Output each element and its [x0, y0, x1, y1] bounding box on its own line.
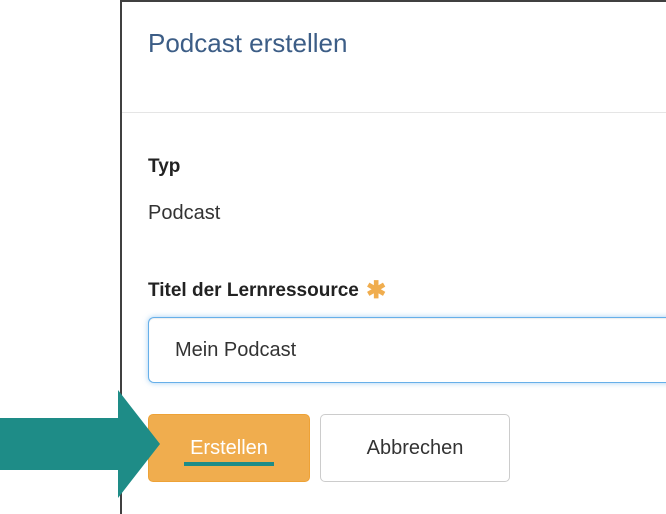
create-button-label: Erstellen	[190, 436, 268, 459]
resource-title-label-text: Titel der Lernressource	[148, 280, 359, 301]
dialog-header: Podcast erstellen	[122, 2, 666, 113]
resource-title-label: Titel der Lernressource ✱	[148, 274, 387, 304]
cancel-button[interactable]: Abbrechen	[320, 414, 510, 482]
type-value: Podcast	[148, 202, 221, 224]
annotation-arrow-icon	[0, 390, 160, 498]
annotation-underline	[184, 461, 274, 466]
create-podcast-dialog: Podcast erstellen Typ Podcast Titel der …	[120, 0, 666, 514]
create-button[interactable]: Erstellen	[148, 414, 310, 482]
resource-title-input[interactable]	[148, 317, 666, 383]
create-button-label-wrap: Erstellen	[184, 436, 274, 466]
annotation-arrow-shape	[0, 390, 160, 498]
screenshot-stage: Podcast erstellen Typ Podcast Titel der …	[0, 0, 666, 514]
dialog-title: Podcast erstellen	[148, 28, 348, 58]
type-label: Typ	[148, 156, 181, 177]
required-asterisk-icon: ✱	[366, 277, 387, 304]
